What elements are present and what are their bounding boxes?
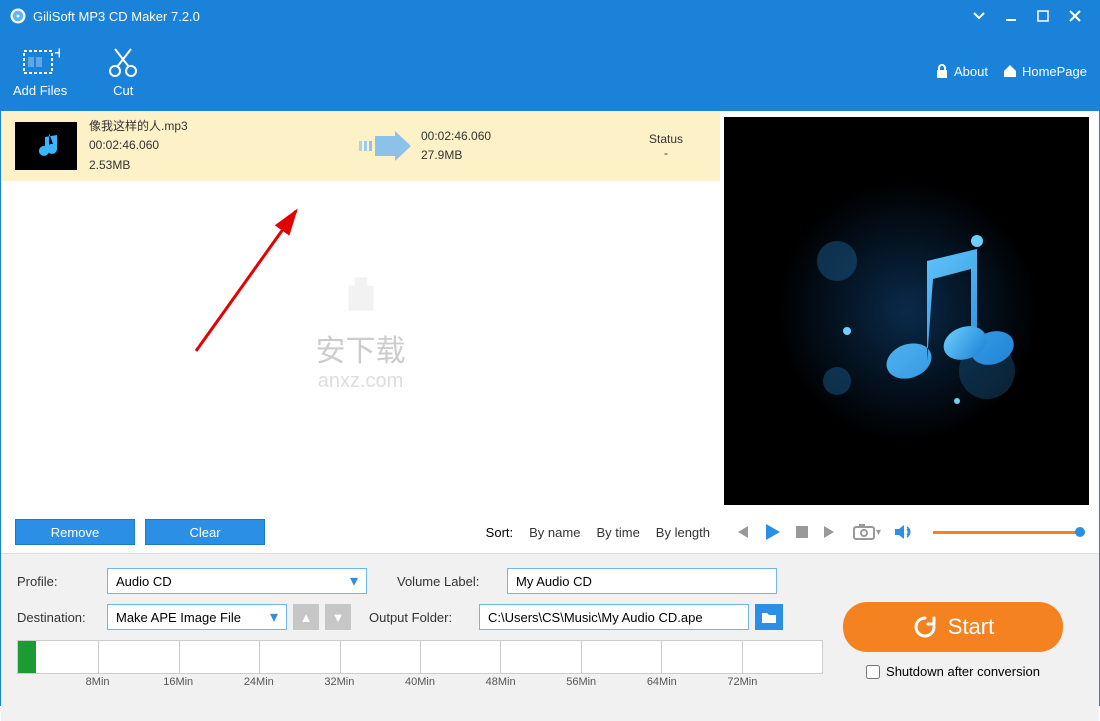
timeline-labels: 8Min 16Min 24Min 32Min 40Min 48Min 56Min… [17,676,823,690]
close-button[interactable] [1059,1,1091,31]
file-row[interactable]: 像我这样的人.mp3 00:02:46.060 2.53MB 00:02:46.… [1,111,720,181]
home-icon [1002,63,1018,79]
music-note-icon [777,181,1037,441]
start-button[interactable]: Start [843,602,1063,652]
sort-by-name[interactable]: By name [529,525,580,540]
shutdown-checkbox[interactable]: Shutdown after conversion [866,664,1040,679]
output-folder-label: Output Folder: [369,610,479,625]
shutdown-checkbox-input[interactable] [866,665,880,679]
list-actions: Remove Clear Sort: By name By time By le… [1,511,724,553]
sort-controls: Sort: By name By time By length [486,525,710,540]
app-icon [9,7,27,25]
refresh-icon [912,614,938,640]
status-column: Status - [636,132,696,160]
timeline: 8Min 16Min 24Min 32Min 40Min 48Min 56Min… [17,640,823,690]
destination-label: Destination: [17,610,107,625]
profile-select[interactable]: Audio CD▾ [107,568,367,594]
profile-label: Profile: [17,574,107,589]
prev-button[interactable] [732,523,750,541]
file-name: 像我这样的人.mp3 [89,117,349,136]
annotation-arrow [186,201,316,361]
status-label: Status [636,132,696,146]
main-area: 像我这样的人.mp3 00:02:46.060 2.53MB 00:02:46.… [1,111,1099,511]
minimize-button[interactable] [995,1,1027,31]
destination-select[interactable]: Make APE Image File▾ [107,604,287,630]
file-thumbnail [15,122,77,170]
output-folder-input[interactable] [479,604,749,630]
file-list: 像我这样的人.mp3 00:02:46.060 2.53MB 00:02:46.… [1,111,720,511]
convert-arrow-icon [349,131,421,161]
sort-label: Sort: [486,525,513,540]
title-bar: GiliSoft MP3 CD Maker 7.2.0 [1,1,1099,31]
timeline-bar[interactable] [17,640,823,674]
about-link[interactable]: About [934,63,988,79]
sort-by-time[interactable]: By time [596,525,639,540]
sort-by-length[interactable]: By length [656,525,710,540]
add-files-button[interactable]: + Add Files [13,45,67,98]
volume-label-label: Volume Label: [397,574,507,589]
add-files-label: Add Files [13,83,67,98]
out-duration: 00:02:46.060 [421,127,571,146]
browse-folder-button[interactable] [755,604,783,630]
cut-button[interactable]: Cut [103,45,143,98]
cut-icon [103,45,143,79]
volume-label-input[interactable] [507,568,777,594]
file-info: 像我这样的人.mp3 00:02:46.060 2.53MB [89,117,349,175]
remove-button[interactable]: Remove [15,519,135,545]
cut-label: Cut [113,83,133,98]
volume-icon[interactable] [893,523,913,541]
player-controls: ▾ [724,511,1099,553]
file-duration: 00:02:46.060 [89,136,349,155]
watermark: 安下载 anxz.com [316,269,406,393]
status-value: - [636,146,696,160]
timeline-fill [18,641,36,673]
bottom-panel: Profile: Audio CD▾ Volume Label: Destina… [1,553,1099,721]
stop-button[interactable] [794,524,810,540]
out-size: 27.9MB [421,146,571,165]
next-button[interactable] [822,523,840,541]
move-down-button[interactable]: ▼ [325,604,351,630]
toolbar: + Add Files Cut About HomePage [1,31,1099,111]
file-size: 2.53MB [89,156,349,175]
homepage-link[interactable]: HomePage [1002,63,1087,79]
preview-panel [724,117,1089,505]
dropdown-button[interactable] [963,1,995,31]
snapshot-button[interactable]: ▾ [852,523,881,541]
add-files-icon: + [20,45,60,79]
svg-text:+: + [54,45,60,63]
app-title: GiliSoft MP3 CD Maker 7.2.0 [33,9,200,24]
output-info: 00:02:46.060 27.9MB [421,127,571,165]
move-up-button[interactable]: ▲ [293,604,319,630]
clear-button[interactable]: Clear [145,519,265,545]
lock-icon [934,63,950,79]
volume-slider[interactable] [933,531,1085,534]
play-button[interactable] [762,522,782,542]
maximize-button[interactable] [1027,1,1059,31]
